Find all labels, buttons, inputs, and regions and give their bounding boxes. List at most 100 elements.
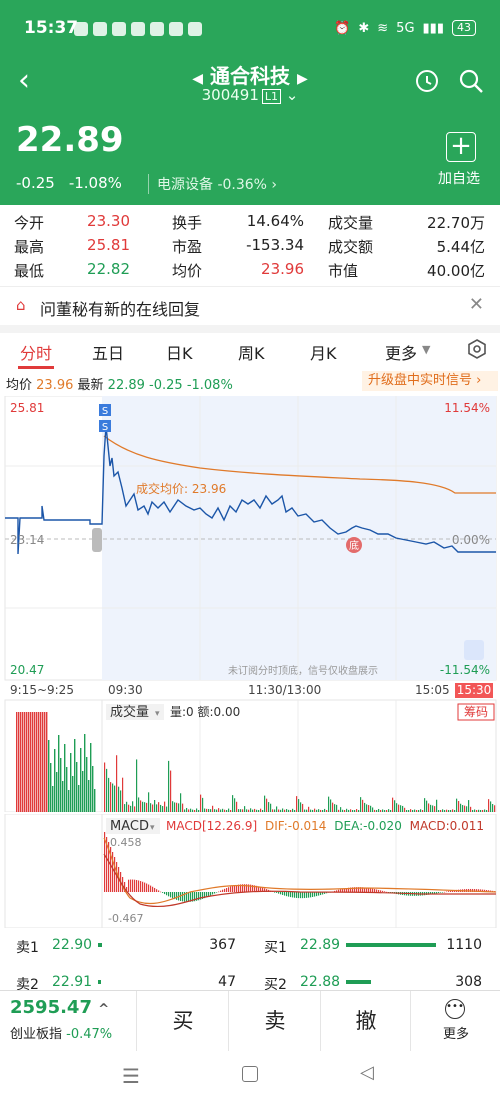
macd-bar <box>136 880 138 892</box>
volume-bar <box>318 809 320 812</box>
network-label: 5G <box>396 20 415 36</box>
more-button[interactable]: ••• 更多 <box>410 991 500 1051</box>
refresh-icon[interactable] <box>414 68 440 94</box>
prev-stock-icon[interactable]: ◀ <box>192 71 203 87</box>
volume-bar <box>108 777 110 812</box>
macd-bar <box>314 892 316 897</box>
volume-bar <box>40 712 42 812</box>
volume-bar <box>420 809 422 812</box>
macd-bar <box>304 892 306 899</box>
tab-5[interactable]: 更多 <box>385 340 417 364</box>
settings-icon[interactable] <box>466 338 488 360</box>
volume-bar <box>384 810 386 812</box>
sell-button[interactable]: 卖 <box>228 991 321 1051</box>
volume-bar <box>202 797 204 812</box>
home-icon[interactable] <box>242 1066 258 1082</box>
volume-bar <box>438 810 440 812</box>
volume-bar <box>276 806 278 812</box>
volume-bar <box>46 712 48 812</box>
sector-link[interactable]: 电源设备 -0.36% › <box>148 174 277 194</box>
volume-bar <box>436 799 438 812</box>
notice-bar[interactable]: ⌂ 问董秘有新的在线回复 ✕ <box>0 286 500 333</box>
current-price: 22.89 <box>16 120 124 160</box>
volume-bar <box>134 806 136 812</box>
volume-bar <box>138 797 140 812</box>
macd-bar <box>372 888 374 892</box>
search-icon[interactable] <box>458 68 484 94</box>
volume-bar <box>118 786 120 812</box>
book-volume-bar <box>98 943 103 947</box>
volume-bar <box>240 809 242 812</box>
back-icon[interactable]: ◁ <box>360 1062 374 1083</box>
intraday-chart[interactable]: S S 底 25.81 11.54% 23.14 0.00% 20.47 -11… <box>0 396 500 812</box>
volume-bar <box>58 735 60 812</box>
volume-bar <box>182 803 184 812</box>
tab-2[interactable]: 日K <box>166 340 193 364</box>
volume-bar <box>490 801 492 812</box>
upgrade-signal-button[interactable]: 升级盘中实时信号 › <box>362 371 498 391</box>
tab-0[interactable]: 分时 <box>20 340 52 364</box>
collapse-handle[interactable] <box>92 528 102 552</box>
volume-bar <box>456 798 458 812</box>
volume-bars <box>16 712 496 812</box>
index-value-row[interactable]: 2595.47 ^ <box>10 997 109 1018</box>
volume-bar <box>82 771 84 812</box>
volume-bar <box>88 780 90 812</box>
signal-s-text: S <box>102 406 108 417</box>
bottom-signal-text: 底 <box>349 539 359 552</box>
chevron-down-icon: ▾ <box>150 823 155 833</box>
volume-bar <box>150 803 152 812</box>
add-watchlist-label[interactable]: 加自选 <box>438 168 480 188</box>
volume-bar <box>350 809 352 812</box>
menu-icon[interactable]: ☰ <box>122 1064 140 1088</box>
level-badge: L1 <box>261 89 282 104</box>
macd-bar <box>292 892 294 898</box>
volume-bar <box>382 809 384 812</box>
tab-4[interactable]: 月K <box>310 340 337 364</box>
stat-label: 市值 <box>328 262 359 280</box>
volume-bar <box>140 800 142 812</box>
macd-bar <box>232 885 234 892</box>
buy-button[interactable]: 买 <box>136 991 229 1051</box>
volume-bar <box>322 810 324 812</box>
stock-code: 300491 <box>201 86 259 104</box>
volume-bar <box>54 749 56 812</box>
macd-bar <box>450 890 452 892</box>
volume-bar <box>38 712 40 812</box>
next-stock-icon[interactable]: ▶ <box>297 71 308 87</box>
volume-bar <box>370 805 372 812</box>
add-watchlist-icon[interactable]: + <box>446 132 476 162</box>
app-icon <box>93 22 107 36</box>
volume-bar <box>392 797 394 812</box>
volume-bar <box>234 798 236 812</box>
macd-bar <box>436 892 438 894</box>
volume-bar <box>156 804 158 812</box>
fullscreen-icon[interactable] <box>464 640 484 660</box>
close-icon[interactable]: ✕ <box>469 294 484 315</box>
cancel-button[interactable]: 撤 <box>320 991 411 1051</box>
volume-bar <box>236 801 238 812</box>
volume-bar <box>16 712 18 812</box>
notice-text: 问董秘有新的在线回复 <box>40 300 201 319</box>
volume-bar <box>78 785 80 812</box>
trading-area <box>102 396 496 680</box>
volume-bar <box>374 809 376 812</box>
macd-bar <box>230 886 232 892</box>
volume-bar <box>338 809 340 812</box>
volume-bar <box>344 810 346 812</box>
volume-bar <box>466 806 468 812</box>
volume-bar <box>114 785 116 812</box>
macd-bar <box>302 892 304 899</box>
macd-bar <box>308 892 310 898</box>
macd-chart[interactable]: MACD ▾ MACD[12.26.9] DIF:-0.014 DEA:-0.0… <box>0 814 500 928</box>
volume-bar <box>132 801 134 812</box>
volume-bar <box>112 783 114 812</box>
macd-bar <box>218 891 220 893</box>
tab-3[interactable]: 周K <box>238 340 265 364</box>
volume-bar <box>254 808 256 812</box>
volume-bar <box>126 801 128 812</box>
volume-bar <box>70 753 72 812</box>
tab-1[interactable]: 五日 <box>92 340 124 364</box>
volume-bar <box>186 807 188 812</box>
volume-bar <box>306 809 308 812</box>
